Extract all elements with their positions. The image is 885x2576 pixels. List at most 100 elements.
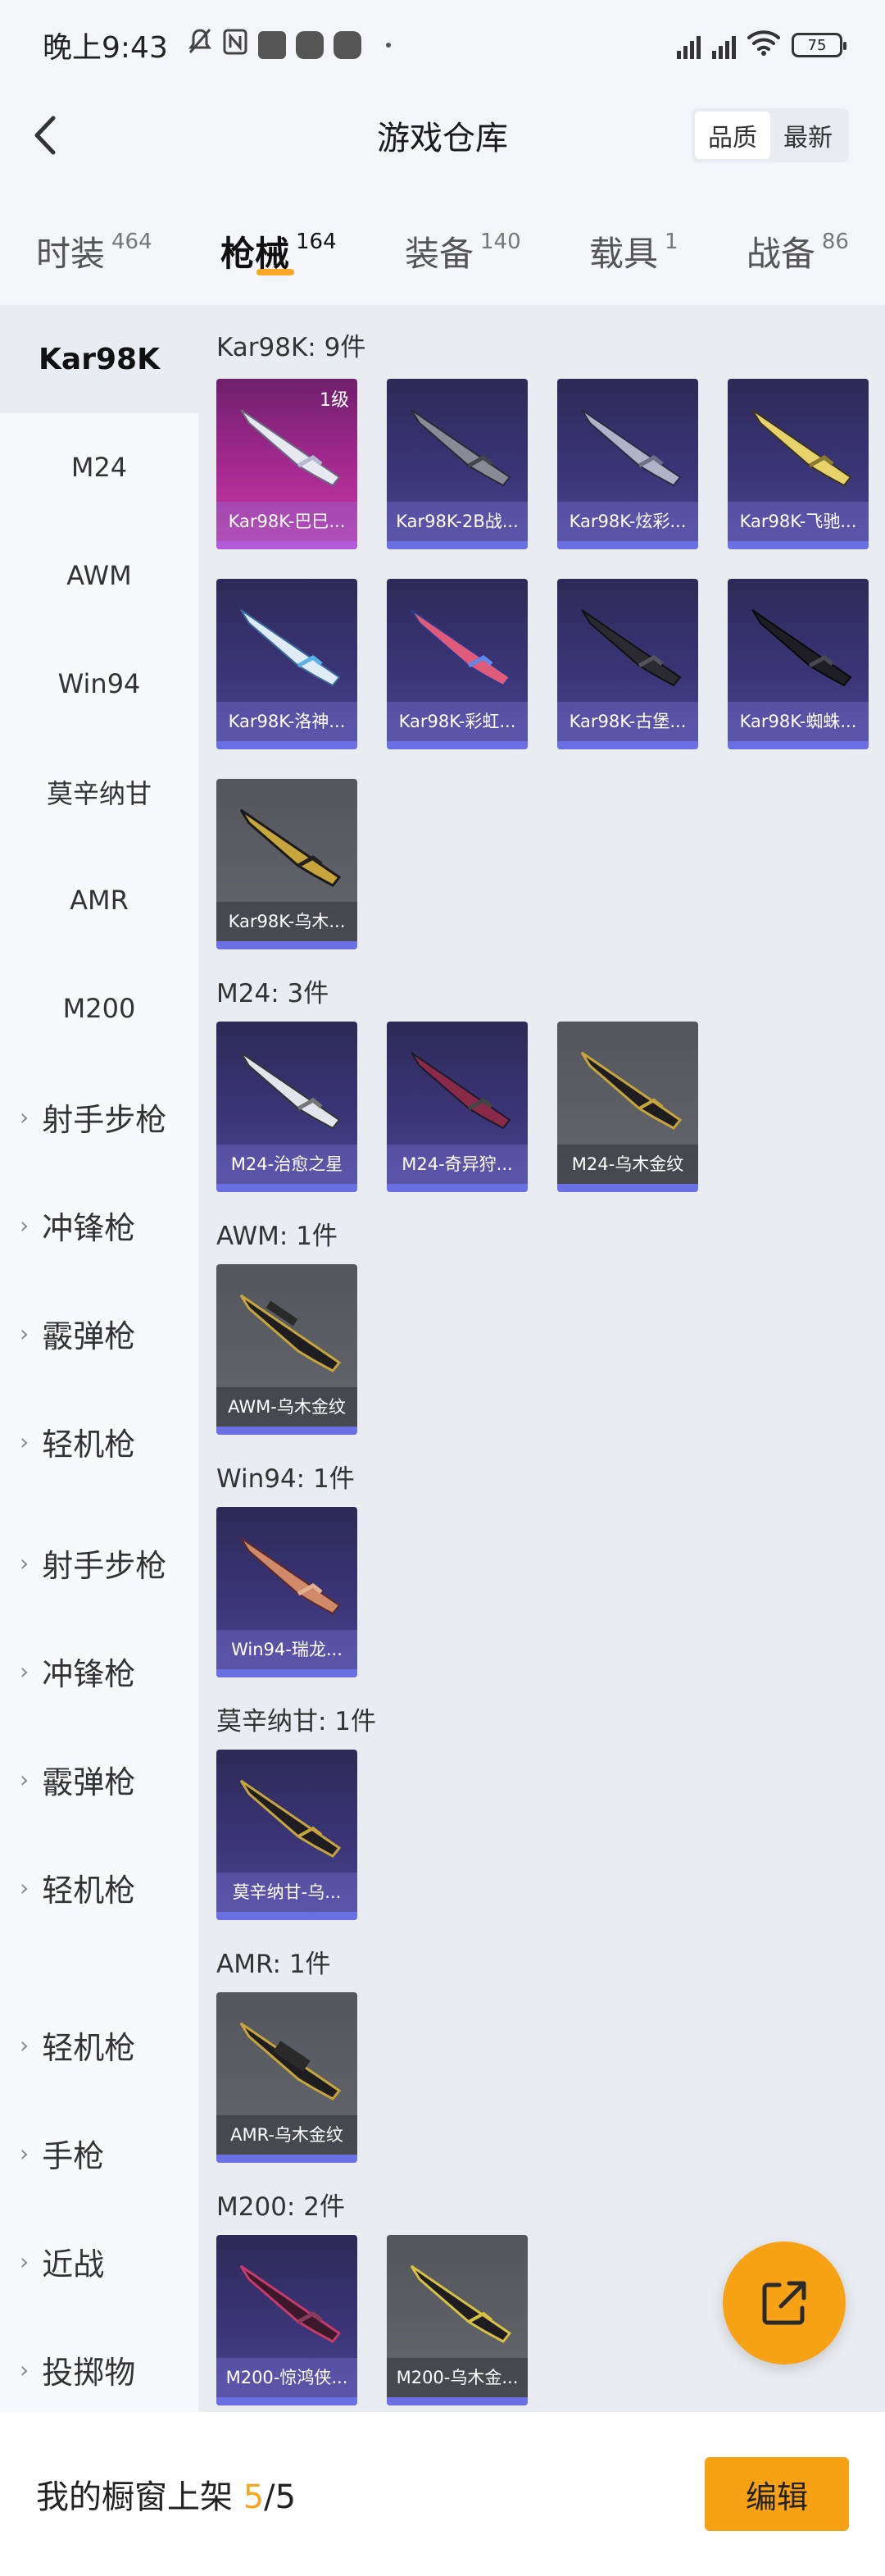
rarity-bar [216,1184,357,1192]
share-button[interactable] [723,2241,846,2364]
rifle-icon [580,1051,683,1130]
wifi-icon [747,30,780,61]
rarity-bar [387,541,528,549]
more-notifications-icon [385,43,391,48]
weapon-item[interactable]: Kar98K-飞驰... [728,379,869,549]
item-name: Kar98K-炫彩... [557,502,698,541]
weapon-item[interactable]: 莫辛纳甘-乌... [216,1750,357,1920]
sidebar-group-label: 射手步枪 [42,1101,167,1138]
rarity-bar [216,1427,357,1435]
weapon-item[interactable]: Kar98K-乌木... [216,779,357,949]
sidebar-group-smg[interactable]: › 冲锋枪 [0,1171,198,1279]
weapon-item[interactable]: Kar98K-洛神... [216,579,357,749]
sidebar-group-lmg[interactable]: › 轻机枪 [0,1387,198,1495]
rarity-bar [216,941,357,949]
chevron-right-icon: › [20,1873,30,1901]
weapon-item[interactable]: M200-乌木金... [387,2235,528,2405]
status-time: 晚上9:43 [43,31,168,65]
sidebar-group-melee[interactable]: › 近战 [0,2207,198,2315]
rarity-bar [216,741,357,749]
weapon-item[interactable]: Kar98K-炫彩... [557,379,698,549]
tab-vehicles[interactable]: 载具 1 [589,205,678,295]
sort-quality-button[interactable]: 品质 [695,112,770,159]
app-notification-icon [295,31,324,59]
signal-icon-2 [712,31,736,59]
sidebar-item-awm[interactable]: AWM [0,521,198,630]
weapon-item[interactable]: M24-治愈之星 [216,1022,357,1192]
sidebar-group-dmr-2[interactable]: › 射手步枪 [0,1509,198,1617]
tab-count: 164 [296,230,337,254]
item-name: Kar98K-彩虹... [387,702,528,741]
battery-level: 75 [807,36,827,54]
tab-label: 战备 [746,234,815,274]
item-name: Kar98K-蜘蛛... [728,702,869,741]
sidebar-group-label: 冲锋枪 [42,1209,136,1246]
tab-count: 464 [111,230,152,254]
sidebar-group-dmr[interactable]: › 射手步枪 [0,1063,198,1171]
item-name: AWM-乌木金纹 [216,1387,357,1427]
showcase-total-count: /5 [264,2478,297,2516]
section-title-amr: AMR: 1件 [216,1950,331,1979]
section-title-win94: Win94: 1件 [216,1464,355,1494]
section-title-awm: AWM: 1件 [216,1222,338,1251]
section-title-mosin: 莫辛纳甘: 1件 [216,1707,377,1736]
rifle-icon [240,1052,341,1130]
chevron-right-icon: › [20,1211,30,1239]
sidebar-item-m200[interactable]: M200 [0,954,198,1063]
sidebar-item-amr[interactable]: AMR [0,846,198,954]
sidebar-group-shotgun-2[interactable]: › 霰弹枪 [0,1725,198,1833]
sidebar-item-win94[interactable]: Win94 [0,630,198,738]
chevron-right-icon: › [20,1657,30,1685]
weapon-item[interactable]: Kar98K-蜘蛛... [728,579,869,749]
back-button[interactable] [25,115,66,156]
rifle-icon [411,609,511,687]
edit-button[interactable]: 编辑 [705,2457,849,2531]
weapon-grid: Kar98K: 9件 1级 Kar98K-巴巳... Kar98K-2B战...… [198,305,885,2412]
weapon-item[interactable]: AWM-乌木金纹 [216,1264,357,1435]
rifle-icon [240,1537,341,1615]
weapon-item[interactable]: Win94-瑞龙... [216,1507,357,1677]
sidebar-group-lmg-3[interactable]: › 轻机枪 [0,1991,198,2099]
page-header: 游戏仓库 品质 最新 [0,90,885,180]
rifle-icon [581,609,682,687]
weapon-item[interactable]: Kar98K-彩虹... [387,579,528,749]
sidebar-item-kar98k[interactable]: Kar98K [0,305,198,413]
item-name: M200-乌木金... [387,2358,528,2397]
weapon-item[interactable]: M200-惊鸿侠... [216,2235,357,2405]
tab-supplies[interactable]: 战备 86 [747,205,849,295]
weapon-item[interactable]: Kar98K-2B战... [387,379,528,549]
sidebar-group-smg-2[interactable]: › 冲锋枪 [0,1617,198,1725]
sidebar-item-mosin[interactable]: 莫辛纳甘 [0,738,198,846]
tab-label: 载具 [588,234,658,274]
sidebar-group-pistol[interactable]: › 手枪 [0,2099,198,2207]
sidebar-group-label: 霰弹枪 [42,1764,136,1800]
nfc-icon [222,28,248,63]
weapon-item[interactable]: M24-乌木金纹 [557,1022,698,1192]
item-name: 莫辛纳甘-乌... [216,1873,357,1912]
weapon-item[interactable]: M24-奇异狩... [387,1022,528,1192]
chevron-right-icon: › [20,2139,30,2167]
item-name: Kar98K-飞驰... [728,502,869,541]
sidebar-group-label: 轻机枪 [42,2029,136,2066]
sidebar-group-throwable[interactable]: › 投掷物 [0,2315,198,2424]
chevron-right-icon: › [20,1103,30,1131]
sidebar-group-label: 轻机枪 [42,1872,136,1909]
weapon-item[interactable]: 1级 Kar98K-巴巳... [216,379,357,549]
sort-newest-button[interactable]: 最新 [770,112,846,159]
rifle-icon [239,2022,342,2100]
weapon-item[interactable]: AMR-乌木金纹 [216,1992,357,2163]
section-title-m200: M200: 2件 [216,2192,345,2222]
weapon-item[interactable]: Kar98K-古堡... [557,579,698,749]
rifle-icon [581,409,682,487]
chevron-right-icon: › [20,2355,30,2383]
sidebar-group-shotgun[interactable]: › 霰弹枪 [0,1279,198,1387]
sidebar-group-lmg-2[interactable]: › 轻机枪 [0,1833,198,1941]
sidebar-item-m24[interactable]: M24 [0,413,198,521]
tab-fashion[interactable]: 时装 464 [36,205,152,295]
tab-firearms[interactable]: 枪械 164 [220,205,337,295]
page-title: 游戏仓库 [377,120,508,157]
showcase-bar: 我的橱窗上架 5/5 编辑 [0,2412,885,2576]
tab-count: 140 [479,230,521,254]
section-title-kar98k: Kar98K: 9件 [216,333,366,362]
tab-equipment[interactable]: 装备 140 [405,205,521,295]
